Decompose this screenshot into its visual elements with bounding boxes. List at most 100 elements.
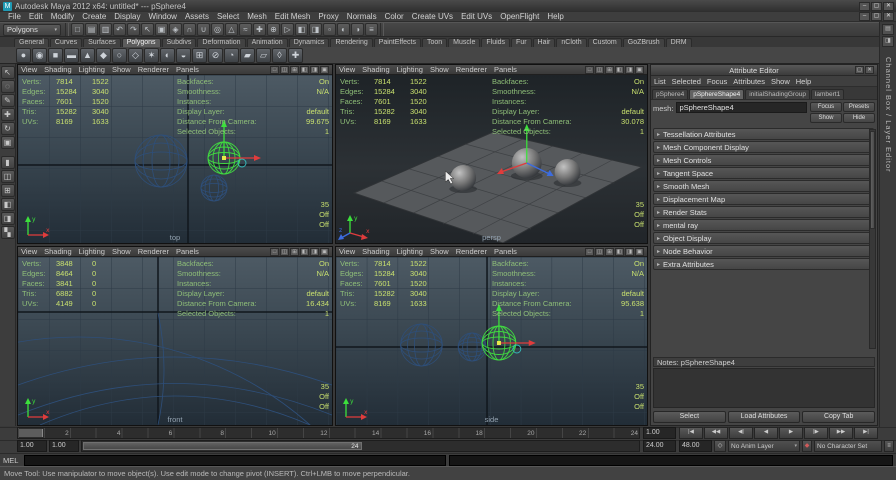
status-line-icon[interactable]: ◈ [169,23,182,36]
shelf-tab[interactable]: Custom [587,38,622,47]
viewport-toolbar-icon[interactable]: ▣ [635,247,644,256]
shelf-tool-icon[interactable]: ▲ [80,47,95,63]
menu-item[interactable]: Mesh [243,12,271,21]
status-line-icon[interactable]: ▫ [323,23,336,36]
menu-item[interactable]: Proxy [314,12,342,21]
layout-shortcut-icon[interactable]: ▮ [0,156,15,169]
status-line-icon[interactable]: ∪ [197,23,210,36]
playback-button[interactable]: ▶ [779,427,803,439]
viewport-menu-item[interactable]: Panels [494,65,517,74]
viewport-toolbar-icon[interactable]: ⊞ [290,247,299,256]
shelf-tab[interactable]: Hair [532,38,556,47]
shelf-tool-icon[interactable]: ◐ [160,47,175,63]
status-line-icon[interactable]: ▣ [155,23,168,36]
viewport-toolbar-icon[interactable]: ▣ [320,65,329,74]
ae-node-tab[interactable]: lambert1 [810,89,845,99]
animation-preferences-icon[interactable]: ≡ [884,440,894,452]
node-name-field[interactable]: pSphereShape4 [676,102,807,113]
range-start-field[interactable]: 1.00 [17,440,47,452]
menu-item[interactable]: Create UVs [408,12,457,21]
ae-menu-item[interactable]: List [654,77,666,86]
viewport-menu-item[interactable]: View [21,65,37,74]
playback-button[interactable]: ▶▶ [829,427,853,439]
menu-item[interactable]: Color [381,12,408,21]
viewport-menu-item[interactable]: View [339,65,355,74]
viewport-toolbar-icon[interactable]: ◫ [595,247,604,256]
status-line-icon[interactable]: ◨ [309,23,322,36]
shelf-tab[interactable]: Subdivs [161,38,197,47]
attribute-section-header[interactable]: ▸ Mesh Controls [653,154,874,166]
viewport-toolbar-icon[interactable]: ◧ [615,65,624,74]
menu-item[interactable]: Normals [343,12,381,21]
range-end-field[interactable]: 48.00 [679,440,712,452]
status-line-icon[interactable]: ▤ [85,23,98,36]
status-line-icon[interactable]: ◧ [295,23,308,36]
notes-textarea[interactable] [653,368,875,408]
doc-maximize-button[interactable]: ▢ [871,12,882,21]
shelf-tab[interactable]: nCloth [556,38,587,47]
viewport-toolbar-icon[interactable]: ◧ [300,247,309,256]
viewport-menu-item[interactable]: Show [112,65,131,74]
viewport-toolbar-icon[interactable]: ⊞ [290,65,299,74]
ae-footer-button[interactable]: Load Attributes [727,411,801,423]
playback-button[interactable]: |◀ [679,427,703,439]
shelf-tool-icon[interactable]: ✶ [144,47,159,63]
maximize-button[interactable]: ▢ [871,1,882,11]
shelf-tab[interactable]: Fluids [481,38,511,47]
shelf-tool-icon[interactable]: ■ [48,47,63,63]
playback-button[interactable]: |▶ [804,427,828,439]
shelf-tool-icon[interactable]: ▰ [240,47,255,63]
character-set-menu[interactable]: No Character Set [814,440,882,452]
tool-icon[interactable]: ↖ [0,66,15,79]
shelf-tool-icon[interactable]: ✚ [288,47,303,63]
shelf-tool-icon[interactable]: ▬ [64,47,79,63]
viewport-menu-item[interactable]: Shading [44,65,72,74]
status-line-icon[interactable]: ▷ [281,23,294,36]
viewport-menu-item[interactable]: Renderer [138,65,169,74]
viewport-toolbar-icon[interactable]: ◨ [625,247,634,256]
viewport-toolbar-icon[interactable]: ◧ [300,65,309,74]
mel-command-input[interactable] [24,455,446,466]
panel-close-icon[interactable]: ✕ [865,66,874,74]
viewport-menu-item[interactable]: Panels [176,247,199,256]
ae-menu-item[interactable]: Focus [707,77,727,86]
viewport-panel-persp[interactable]: View Shading Lighting Show Renderer Panels □ ◫… [335,64,648,244]
layout-shortcut-icon[interactable]: ◫ [0,170,15,183]
menu-item[interactable]: Select [213,12,243,21]
viewport-toolbar-icon[interactable]: ⊞ [605,65,614,74]
attribute-editor-toggle-icon[interactable]: ▤ [882,24,894,35]
menu-item[interactable]: Edit Mesh [271,12,315,21]
viewport-menu-item[interactable]: Show [430,247,449,256]
viewport-toolbar-icon[interactable]: ▣ [635,65,644,74]
attribute-section-header[interactable]: ▸ Object Display [653,232,874,244]
shelf-tab[interactable]: Muscle [448,38,481,47]
ae-node-tab[interactable]: initialShadingGroup [745,89,810,99]
viewport-canvas-side[interactable]: Verts: 7814 1522 Edges: 15284 3040 Faces: 7601 1… [336,257,647,425]
range-slider[interactable]: 24 [81,440,640,452]
menu-item[interactable]: Window [145,12,181,21]
status-line-icon[interactable]: ◑ [351,23,364,36]
ae-footer-button[interactable]: Copy Tab [802,411,876,423]
status-line-icon[interactable]: ↖ [141,23,154,36]
viewport-toolbar-icon[interactable]: ▣ [320,247,329,256]
status-line-icon[interactable]: ◐ [337,23,350,36]
panel-maximize-icon[interactable]: ▢ [855,66,864,74]
viewport-toolbar-icon[interactable]: ◧ [615,247,624,256]
status-line-icon[interactable]: ↶ [113,23,126,36]
shelf-tab[interactable]: Curves [49,38,83,47]
ae-menu-item[interactable]: Selected [672,77,701,86]
status-line-icon[interactable]: ≡ [365,23,378,36]
layout-shortcut-icon[interactable]: ◨ [0,212,15,225]
viewport-menu-item[interactable]: Shading [44,247,72,256]
layout-shortcut-icon[interactable]: ▚ [0,226,15,239]
menu-item[interactable]: Modify [47,12,79,21]
shelf-tool-icon[interactable]: ◇ [128,47,143,63]
viewport-menu-item[interactable]: Panels [494,247,517,256]
viewport-menu-item[interactable]: Panels [176,65,199,74]
shelf-tool-icon[interactable]: ◒ [176,47,191,63]
viewport-menu-item[interactable]: Renderer [456,65,487,74]
ae-node-tab[interactable]: pSphere4 [652,89,689,99]
status-line-icon[interactable]: ▥ [99,23,112,36]
ae-header-button[interactable]: Focus [810,102,842,112]
playback-button[interactable]: ◀| [729,427,753,439]
